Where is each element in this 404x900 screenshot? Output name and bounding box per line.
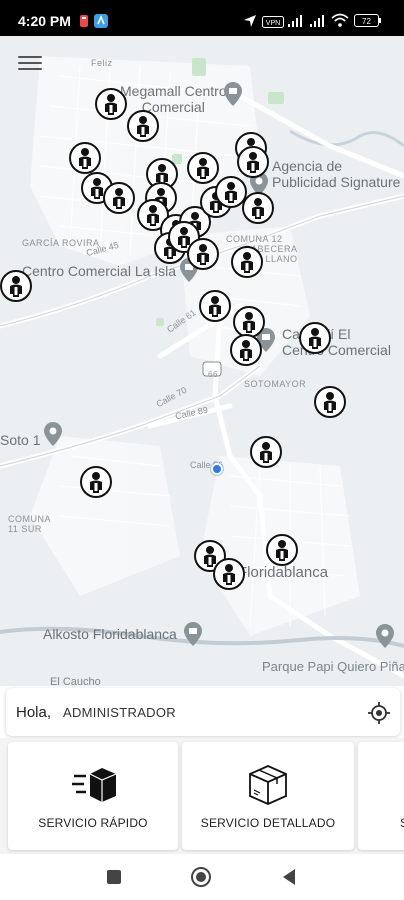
person-marker-icon[interactable] <box>187 152 219 184</box>
service-label-third: S <box>400 816 404 830</box>
vpn-icon: VPN <box>262 15 284 33</box>
parque-pin-icon[interactable] <box>376 624 394 653</box>
map-label-parque: Parque Papi Quiero Piña <box>262 659 404 674</box>
alkosto-pin-icon[interactable] <box>184 622 202 651</box>
hamburger-menu-icon[interactable] <box>16 52 44 74</box>
home-icon[interactable] <box>190 866 212 893</box>
wifi-icon <box>331 13 349 33</box>
person-marker-icon[interactable] <box>127 110 159 142</box>
system-nav-bar <box>0 854 404 900</box>
person-marker-icon[interactable] <box>213 558 245 590</box>
service-card-detallado[interactable]: SERVICIO DETALLADO <box>182 742 354 850</box>
person-marker-icon[interactable] <box>230 334 262 366</box>
package-icon <box>246 762 290 811</box>
person-marker-icon[interactable] <box>69 142 101 174</box>
location-arrow-icon <box>243 14 257 33</box>
battery-icon: 72 <box>354 14 382 32</box>
map-background <box>0 36 404 686</box>
svg-text:VPN: VPN <box>266 20 280 27</box>
person-marker-icon[interactable] <box>242 192 274 224</box>
signal-icon <box>287 14 305 33</box>
fast-box-icon <box>72 766 118 809</box>
map-label-caucho: El Caucho <box>50 676 101 686</box>
person-marker-icon[interactable] <box>231 246 263 278</box>
map-label-route-66: 66 <box>208 370 218 379</box>
map-label-soto: Soto 1 <box>0 432 41 448</box>
map-label-comuna-12: COMUNA 12 <box>226 234 283 244</box>
person-marker-icon[interactable] <box>233 306 265 338</box>
map-label-agencia: Agencia de Publicidad Signature <box>272 158 401 191</box>
person-marker-icon[interactable] <box>0 270 32 302</box>
megamall-pin-icon[interactable] <box>224 82 242 111</box>
soto-pin-icon[interactable] <box>44 422 62 451</box>
person-marker-icon[interactable] <box>299 322 331 354</box>
my-location-icon[interactable] <box>366 700 392 726</box>
signal-icon-2 <box>309 14 327 33</box>
person-marker-icon[interactable] <box>250 436 282 468</box>
map-label-floridablanca: Floridablanca <box>238 564 329 581</box>
greeting-bar: Hola, ADMINISTRADOR <box>6 688 400 736</box>
map-label-feliz: Feliz <box>91 58 113 68</box>
service-card-third[interactable]: S <box>358 742 404 850</box>
person-marker-icon[interactable] <box>95 88 127 120</box>
recent-apps-icon[interactable] <box>106 869 122 890</box>
person-marker-icon[interactable] <box>314 386 346 418</box>
greeting-user-name: ADMINISTRADOR <box>63 705 176 720</box>
map-view[interactable]: Feliz Megamall Centro Comercial Agencia … <box>0 36 404 686</box>
status-time: 4:20 PM <box>18 13 71 29</box>
person-marker-icon[interactable] <box>199 290 231 322</box>
person-marker-icon[interactable] <box>187 238 219 270</box>
service-cards: SERVICIO RÁPIDO SERVICIO DETALLADO S <box>0 738 404 854</box>
person-marker-icon[interactable] <box>80 466 112 498</box>
map-label-sotomayor: SOTOMAYOR <box>244 379 307 389</box>
map-label-comuna-11: COMUNA 11 SUR <box>8 514 51 535</box>
service-label-rapido: SERVICIO RÁPIDO <box>38 816 148 830</box>
battery-level: 72 <box>362 17 371 26</box>
current-location-dot <box>211 463 223 475</box>
greeting-hola: Hola, <box>16 704 52 721</box>
back-icon[interactable] <box>281 868 297 891</box>
notification-icon <box>78 14 90 33</box>
map-label-caracoli: Caracolí El Centro Comercial <box>282 326 391 359</box>
app-notification-icon <box>94 14 108 33</box>
service-label-detallado: SERVICIO DETALLADO <box>200 816 336 830</box>
person-marker-icon[interactable] <box>103 182 135 214</box>
map-label-la-isla: Centro Comercial La Isla <box>22 263 177 279</box>
service-card-rapido[interactable]: SERVICIO RÁPIDO <box>8 742 178 850</box>
person-marker-icon[interactable] <box>266 534 298 566</box>
person-marker-icon[interactable] <box>237 146 269 178</box>
map-label-alkosto: Alkosto Floridablanca <box>43 626 177 642</box>
